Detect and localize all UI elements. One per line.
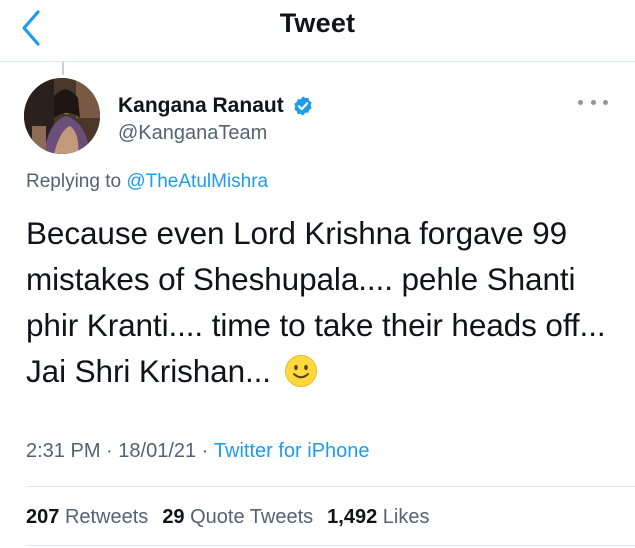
replying-to-label: Replying to	[26, 171, 127, 192]
likes-label: Likes	[382, 506, 430, 528]
replying-to: Replying to @TheAtulMishra	[26, 171, 268, 193]
more-horizontal-icon	[590, 99, 596, 105]
verified-badge-icon	[294, 96, 312, 116]
author-name[interactable]: Kangana Ranaut	[118, 94, 284, 118]
retweets-stat[interactable]: 207 Retweets	[26, 506, 148, 529]
retweets-label: Retweets	[64, 506, 149, 528]
author-handle[interactable]: @KanganaTeam	[118, 122, 267, 145]
slightly-smiling-face-icon	[284, 355, 317, 387]
more-horizontal-icon	[578, 99, 583, 105]
tweet-body: Because even Lord Krishna forgave 99 mis…	[26, 210, 616, 394]
quote-tweets-label: Quote Tweets	[190, 506, 314, 528]
tweet-time[interactable]: 2:31 PM	[26, 440, 100, 463]
meta-separator: ·	[100, 440, 119, 462]
likes-stat[interactable]: 1,492 Likes	[327, 506, 429, 529]
likes-count: 1,492	[327, 506, 378, 528]
quote-tweets-stat[interactable]: 29 Quote Tweets	[162, 506, 313, 529]
more-options-button[interactable]	[578, 94, 608, 110]
avatar-photo	[24, 78, 100, 154]
reply-mention-link[interactable]: @TheAtulMishra	[126, 171, 268, 192]
retweets-count: 207	[26, 506, 60, 528]
meta-separator: ·	[196, 440, 214, 462]
engagement-stats: 207 Retweets 29 Quote Tweets 1,492 Likes	[26, 506, 430, 529]
quote-tweets-count: 29	[162, 506, 185, 528]
tweet-source-link[interactable]: Twitter for iPhone	[214, 440, 370, 463]
divider	[26, 486, 635, 487]
tweet-date[interactable]: 18/01/21	[118, 440, 196, 463]
avatar[interactable]	[24, 78, 100, 154]
author-row: Kangana Ranaut	[118, 92, 314, 120]
more-horizontal-icon	[603, 99, 608, 105]
top-bar: Tweet	[0, 0, 635, 62]
divider	[26, 545, 635, 546]
tweet-metadata: 2:31 PM · 18/01/21 · Twitter for iPhone	[26, 440, 370, 463]
page-title: Tweet	[279, 8, 356, 38]
thread-connector-line	[62, 62, 64, 75]
